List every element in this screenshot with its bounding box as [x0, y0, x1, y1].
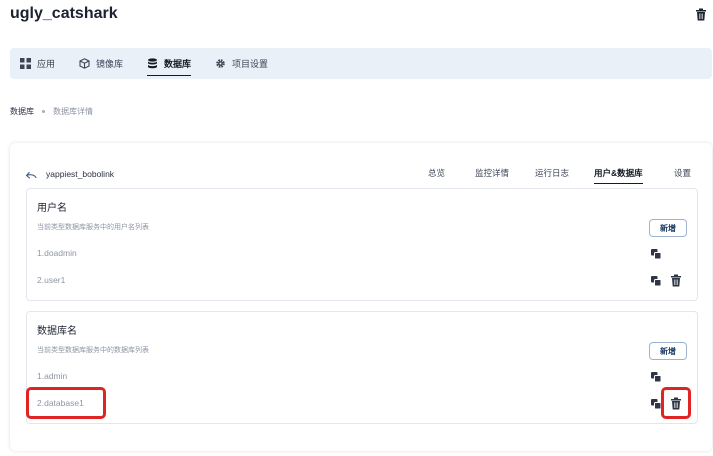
- tab-monitoring[interactable]: 监控详情: [475, 167, 509, 179]
- users-section: 用户名 当前类型数据库服务中的用户名列表 新增 1.doadmin 2.user…: [26, 188, 698, 301]
- copy-icon: [651, 249, 662, 260]
- tab-users-databases[interactable]: 用户&数据库: [594, 167, 643, 184]
- database-row-name: 1.admin: [37, 371, 68, 381]
- copy-database-button[interactable]: [650, 371, 662, 383]
- breadcrumb-root[interactable]: 数据库: [10, 106, 34, 117]
- databases-section: 数据库名 当前类型数据库服务中的数据库列表 新增 1.admin 2.datab…: [26, 311, 698, 424]
- top-nav: 应用 镜像库 数据库 项目设置: [10, 48, 712, 79]
- copy-icon: [651, 372, 662, 383]
- trash-icon: [696, 8, 706, 21]
- highlight-delete-button: [661, 387, 691, 419]
- delete-user-button[interactable]: [670, 274, 682, 287]
- detail-tabs: 总览 监控详情 运行日志 用户&数据库 设置: [10, 167, 712, 184]
- add-database-button[interactable]: 新增: [649, 342, 687, 360]
- cube-icon: [79, 58, 90, 69]
- database-detail-card: yappiest_bobolink 总览 监控详情 运行日志 用户&数据库 设置…: [10, 143, 712, 451]
- copy-user-button[interactable]: [650, 275, 662, 287]
- copy-icon: [651, 276, 662, 287]
- nav-item-images[interactable]: 镜像库: [79, 48, 123, 79]
- breadcrumb: 数据库 数据库详情: [10, 106, 93, 117]
- gear-icon: [216, 59, 225, 68]
- tab-settings[interactable]: 设置: [674, 167, 691, 179]
- user-row-name: 1.doadmin: [37, 248, 77, 258]
- nav-item-project-settings[interactable]: 项目设置: [215, 48, 268, 79]
- database-icon: [148, 58, 158, 69]
- section-description: 当前类型数据库服务中的用户名列表: [37, 224, 149, 231]
- tab-overview[interactable]: 总览: [428, 167, 445, 179]
- nav-item-label: 镜像库: [96, 59, 124, 69]
- app-title: ugly_catshark: [10, 5, 118, 22]
- breadcrumb-current: 数据库详情: [53, 107, 93, 116]
- trash-icon: [671, 274, 681, 287]
- nav-item-label: 数据库: [164, 59, 192, 69]
- delete-app-button[interactable]: [695, 8, 707, 21]
- user-row-name: 2.user1: [37, 275, 66, 285]
- breadcrumb-separator: [42, 110, 45, 113]
- add-user-button[interactable]: 新增: [649, 219, 687, 237]
- highlight-database-row: [26, 387, 106, 419]
- nav-item-apps[interactable]: 应用: [20, 48, 55, 79]
- grid-icon: [20, 58, 31, 69]
- nav-item-label: 项目设置: [232, 59, 269, 69]
- tab-logs[interactable]: 运行日志: [535, 167, 569, 179]
- section-title: 用户名: [37, 203, 67, 214]
- section-title: 数据库名: [37, 326, 77, 337]
- section-description: 当前类型数据库服务中的数据库列表: [37, 347, 149, 354]
- nav-item-database[interactable]: 数据库: [147, 48, 192, 79]
- nav-item-label: 应用: [37, 59, 56, 69]
- copy-user-button[interactable]: [650, 248, 662, 260]
